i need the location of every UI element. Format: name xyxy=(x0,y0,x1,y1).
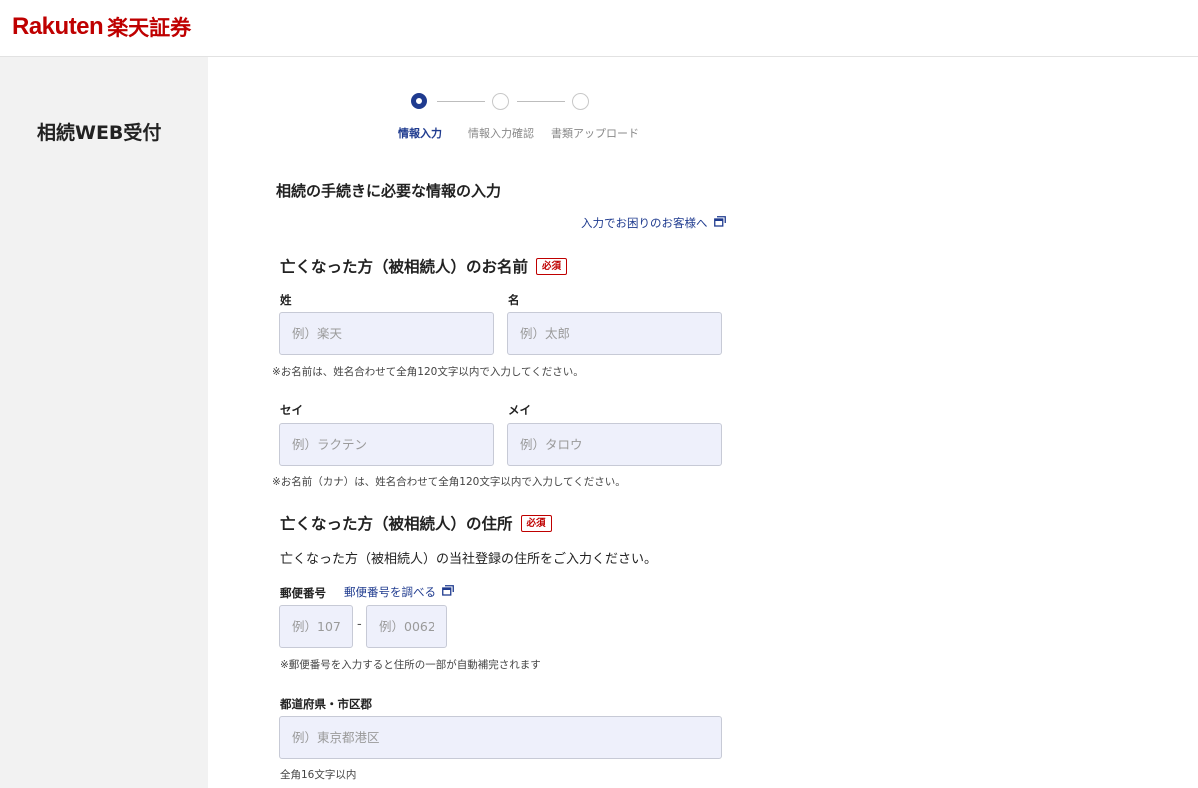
last-name-kana-label: セイ xyxy=(280,403,303,417)
address-description: 亡くなった方（被相続人）の当社登録の住所をご入力ください。 xyxy=(280,552,658,567)
prefecture-label: 都道府県・市区郡 xyxy=(280,697,372,711)
postal-code-label: 郵便番号 xyxy=(280,586,326,600)
header: Rakuten 楽天証券 xyxy=(0,0,1198,57)
last-name-label: 姓 xyxy=(280,293,292,307)
first-name-kana-label: メイ xyxy=(508,403,531,417)
postal-separator: - xyxy=(357,617,362,632)
sidebar-title: 相続WEB受付 xyxy=(37,122,162,144)
first-name-label: 名 xyxy=(508,293,520,307)
step-1-indicator xyxy=(411,93,427,109)
required-badge: 必須 xyxy=(536,257,568,275)
postal-lookup-label: 郵便番号を調べる xyxy=(344,585,436,599)
last-name-input[interactable] xyxy=(279,312,494,355)
step-connector-1 xyxy=(437,101,485,102)
logo-text-jp: 楽天証券 xyxy=(107,16,192,40)
external-window-icon xyxy=(442,585,454,599)
step-1-label: 情報入力 xyxy=(398,127,442,140)
rakuten-logo[interactable]: Rakuten 楽天証券 xyxy=(12,12,191,42)
name-section-heading: 亡くなった方（被相続人）のお名前 必須 xyxy=(280,255,568,277)
name-section-title: 亡くなった方（被相続人）のお名前 xyxy=(280,258,529,276)
step-connector-2 xyxy=(517,101,565,102)
postal-code-second-input[interactable] xyxy=(366,605,447,648)
page-title: 相続の手続きに必要な情報の入力 xyxy=(276,182,502,200)
prefecture-input[interactable] xyxy=(279,716,722,759)
help-link[interactable]: 入力でお困りのお客様へ xyxy=(581,215,726,231)
address-section-title: 亡くなった方（被相続人）の住所 xyxy=(280,515,513,533)
first-name-kana-input[interactable] xyxy=(507,423,722,466)
external-window-icon xyxy=(713,216,726,230)
prefecture-note: 全角16文字以内 xyxy=(280,769,357,781)
help-link-label: 入力でお困りのお客様へ xyxy=(581,216,708,230)
name-note: ※お名前は、姓名合わせて全角120文字以内で入力してください。 xyxy=(272,366,584,378)
step-2-indicator xyxy=(492,93,509,110)
first-name-input[interactable] xyxy=(507,312,722,355)
logo-text-en: Rakuten xyxy=(12,13,104,40)
sidebar: 相続WEB受付 xyxy=(0,57,208,788)
postal-lookup-link[interactable]: 郵便番号を調べる xyxy=(344,584,454,600)
step-3-indicator xyxy=(572,93,589,110)
last-name-kana-input[interactable] xyxy=(279,423,494,466)
postal-note: ※郵便番号を入力すると住所の一部が自動補完されます xyxy=(280,659,541,671)
step-3-label: 書類アップロード xyxy=(551,127,639,140)
address-section-heading: 亡くなった方（被相続人）の住所 必須 xyxy=(280,512,552,534)
step-2-label: 情報入力確認 xyxy=(468,127,534,140)
postal-code-first-input[interactable] xyxy=(279,605,353,648)
kana-note: ※お名前（カナ）は、姓名合わせて全角120文字以内で入力してください。 xyxy=(272,476,626,488)
required-badge: 必須 xyxy=(520,514,552,532)
